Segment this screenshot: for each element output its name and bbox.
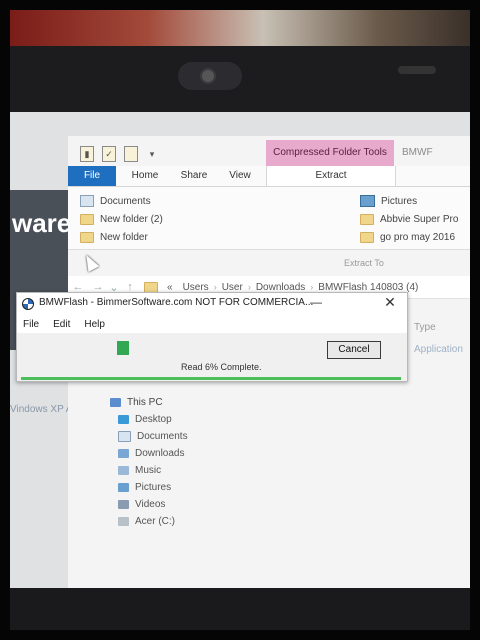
cancel-button[interactable]: Cancel [327, 341, 381, 359]
tree-item-acer-c[interactable]: Acer (C:) [108, 513, 308, 530]
background-webpage-caption: Vindows XP A [10, 404, 73, 415]
folder-icon [360, 231, 374, 243]
new-folder-icon[interactable] [124, 146, 138, 162]
tab-share[interactable]: Share [174, 166, 214, 186]
tab-home[interactable]: Home [124, 166, 166, 186]
ribbon-body: Documents New folder (2) New folder Pict… [68, 187, 470, 250]
dialog-body: Cancel Read 6% Complete. [21, 333, 401, 380]
breadcrumb-users[interactable]: Users [183, 282, 209, 293]
tree-item-label: This PC [127, 397, 163, 408]
customize-toolbar-icon[interactable]: ▾ [146, 147, 158, 161]
tree-item-downloads[interactable]: Downloads [108, 445, 308, 462]
tree-item-label: Videos [135, 499, 166, 510]
tree-item-documents[interactable]: Documents [108, 428, 308, 445]
breadcrumb-bmwflash[interactable]: BMWFlash 140803 (4) [318, 282, 418, 293]
tree-item-label: Acer (C:) [135, 516, 175, 527]
extract-dest-new-folder[interactable]: New folder [80, 229, 148, 245]
pictures-icon [118, 483, 129, 492]
webcam-lens-icon [202, 70, 214, 82]
tree-item-desktop[interactable]: Desktop [108, 411, 308, 428]
chevron-right-icon[interactable]: › [214, 282, 217, 292]
zip-folder-icon[interactable]: ▮ [80, 146, 94, 162]
tree-item-label: Desktop [135, 414, 172, 425]
music-icon [118, 466, 129, 475]
extract-dest-label: go pro may 2016 [380, 231, 456, 243]
chevron-right-icon[interactable]: › [248, 282, 251, 292]
extract-to-group-label: Extract To [344, 258, 384, 268]
folder-icon [80, 213, 94, 225]
pictures-icon [360, 195, 375, 207]
compressed-folder-tools-tab[interactable]: Compressed Folder Tools [266, 140, 394, 166]
dialog-menu-bar: File Edit Help [17, 315, 407, 333]
close-button[interactable]: ✕ [381, 294, 399, 311]
progress-bar [117, 341, 321, 355]
bmwflash-dialog: BMWFlash - BimmerSoftware.com NOT FOR CO… [16, 292, 408, 382]
tree-item-this-pc[interactable]: This PC [108, 394, 308, 411]
zip-folder-icon [144, 281, 158, 293]
documents-icon [118, 431, 131, 442]
tree-item-label: Downloads [135, 448, 185, 459]
extract-dest-abbvie[interactable]: Abbvie Super Pro [360, 211, 458, 227]
progress-fill [117, 341, 129, 355]
download-icon [118, 449, 129, 458]
progress-status: Read 6% Complete. [181, 362, 262, 372]
extract-dest-pictures[interactable]: Pictures [360, 193, 417, 209]
light-sensor [398, 66, 436, 74]
tab-extract[interactable]: Extract [266, 166, 396, 186]
menu-edit[interactable]: Edit [53, 319, 70, 330]
quick-access-toolbar: ▮ ✓ ▾ [80, 142, 158, 166]
extract-dest-label: New folder (2) [100, 213, 163, 225]
tree-item-label: Documents [137, 431, 188, 442]
breadcrumb-overflow[interactable]: « [167, 282, 173, 293]
file-type-value: Application [414, 344, 463, 355]
extract-dest-label: New folder [100, 231, 148, 243]
ribbon-tabs: File Home Share View Extract [68, 166, 470, 187]
tree-item-label: Music [135, 465, 162, 476]
tree-item-music[interactable]: Music [108, 462, 308, 479]
dialog-title-bar[interactable]: BMWFlash - BimmerSoftware.com NOT FOR CO… [17, 293, 407, 315]
extract-dest-new-folder-2[interactable]: New folder (2) [80, 211, 163, 227]
menu-file[interactable]: File [23, 319, 39, 330]
navigation-pane: This PC Desktop Documents Downloads Musi… [108, 394, 308, 530]
tree-item-label: Pictures [135, 482, 172, 493]
menu-help[interactable]: Help [84, 319, 105, 330]
extract-dest-gopro[interactable]: go pro may 2016 [360, 229, 455, 245]
tab-file[interactable]: File [68, 166, 116, 186]
properties-icon[interactable]: ✓ [102, 146, 116, 162]
breadcrumb-user[interactable]: User [222, 282, 243, 293]
drive-icon [118, 517, 129, 526]
bmw-logo-icon [22, 298, 34, 310]
laptop-bottom-bezel [10, 588, 470, 630]
extract-dest-documents[interactable]: Documents [80, 193, 151, 209]
computer-icon [110, 398, 121, 407]
extract-dest-label: Abbvie Super Pro [380, 213, 459, 225]
dialog-title: BMWFlash - BimmerSoftware.com NOT FOR CO… [39, 297, 314, 308]
screen: ware. Vindows XP A ▮ ✓ ▾ Compressed Fold… [10, 112, 470, 602]
chevron-right-icon[interactable]: › [310, 282, 313, 292]
extract-dest-label: Pictures [381, 195, 418, 207]
breadcrumb-downloads[interactable]: Downloads [256, 282, 305, 293]
video-icon [118, 500, 129, 509]
folder-icon [360, 213, 374, 225]
extract-dest-label: Documents [100, 195, 151, 207]
desktop-icon [118, 415, 129, 424]
minimize-button[interactable]: — [307, 295, 325, 309]
column-header-type[interactable]: Type [414, 322, 436, 333]
background-scene [10, 10, 470, 50]
window-title: BMWF [402, 147, 433, 158]
tab-view[interactable]: View [222, 166, 258, 186]
folder-icon [80, 231, 94, 243]
documents-icon [80, 195, 94, 207]
tree-item-videos[interactable]: Videos [108, 496, 308, 513]
tree-item-pictures[interactable]: Pictures [108, 479, 308, 496]
